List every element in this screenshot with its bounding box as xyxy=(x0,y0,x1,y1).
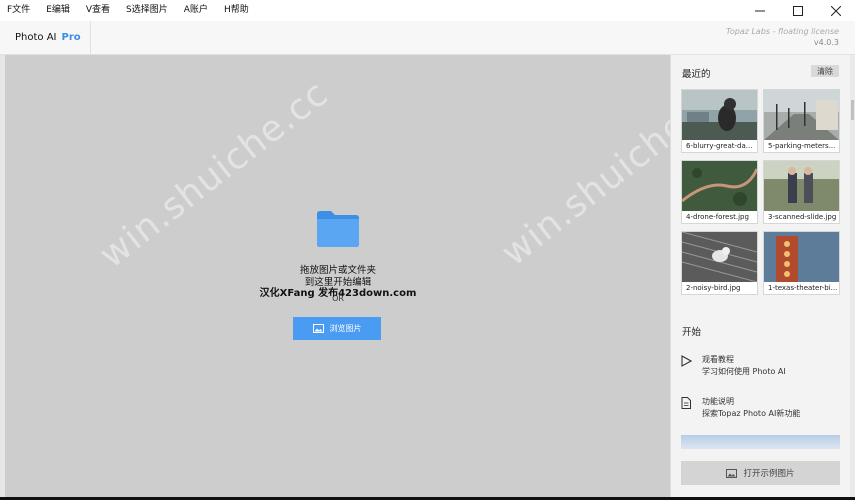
start-title: 开始 xyxy=(682,327,702,338)
thumbnail-image xyxy=(682,161,757,211)
edition-badge: Pro xyxy=(61,32,81,43)
recent-item-label: 4-drone-forest.jpg xyxy=(686,213,749,221)
tutorial-title: 观看教程 xyxy=(702,355,734,364)
thumbnail-image xyxy=(682,232,757,282)
open-sample-images-button[interactable]: 打开示例图片 xyxy=(681,461,840,485)
window-controls xyxy=(741,0,855,21)
tutorial-subtitle: 学习如何使用 Photo AI xyxy=(702,367,786,376)
recent-title: 最近的 xyxy=(682,69,711,80)
canvas-edge xyxy=(0,55,5,497)
browse-images-label: 浏览图片 xyxy=(329,324,362,333)
thumbnail-image xyxy=(682,90,757,140)
menu-edit[interactable]: E编辑 xyxy=(38,0,78,21)
thumbnail-image xyxy=(764,90,839,140)
feature-title: 功能说明 xyxy=(702,397,734,406)
recent-item[interactable]: 5-parking-meters... xyxy=(763,89,840,153)
recent-item-label: 6-blurry-great-da... xyxy=(686,142,753,150)
recent-item[interactable]: 1-texas-theater-bi... xyxy=(763,231,840,295)
menu-help[interactable]: H帮助 xyxy=(216,0,257,21)
watch-tutorial-link[interactable]: 观看教程 学习如何使用 Photo AI xyxy=(680,354,840,380)
promo-banner[interactable] xyxy=(681,435,840,449)
thumbnail-image xyxy=(764,161,839,211)
panel-scrollbar[interactable] xyxy=(850,55,855,497)
close-icon xyxy=(831,5,841,16)
menu-file[interactable]: F文件 xyxy=(0,0,38,21)
recent-item-label: 5-parking-meters... xyxy=(768,142,836,150)
version-text: v4.0.3 xyxy=(813,38,839,47)
menu-bar: F文件 E编辑 V查看 S选择图片 A账户 H帮助 xyxy=(0,0,855,21)
recent-item-label: 2-noisy-bird.jpg xyxy=(686,284,741,292)
feature-subtitle: 探索Topaz Photo AI新功能 xyxy=(702,409,801,418)
recent-item[interactable]: 4-drone-forest.jpg xyxy=(681,160,758,224)
app-window: F文件 E编辑 V查看 S选择图片 A账户 H帮助 Photo AI Pro T… xyxy=(0,0,855,497)
document-icon xyxy=(681,397,691,409)
image-icon xyxy=(726,468,738,478)
open-sample-images-label: 打开示例图片 xyxy=(743,469,795,479)
recent-item[interactable]: 6-blurry-great-da... xyxy=(681,89,758,153)
browse-images-button[interactable]: 浏览图片 xyxy=(293,317,381,340)
maximize-button[interactable] xyxy=(779,0,817,21)
feature-notes-link[interactable]: 功能说明 探索Topaz Photo AI新功能 xyxy=(680,396,840,422)
brand: Photo AI Pro xyxy=(0,21,91,54)
recent-item-label: 1-texas-theater-bi... xyxy=(768,284,838,292)
menu-view[interactable]: V查看 xyxy=(78,0,118,21)
recent-item[interactable]: 3-scanned-slide.jpg xyxy=(763,160,840,224)
or-separator: OR xyxy=(332,294,344,303)
clear-recent-button[interactable]: 清除 xyxy=(811,65,839,77)
minimize-button[interactable] xyxy=(741,0,779,21)
menu-select-image[interactable]: S选择图片 xyxy=(118,0,176,21)
folder-icon xyxy=(317,211,359,247)
play-icon xyxy=(681,355,692,367)
maximize-icon xyxy=(793,5,803,16)
recent-item-label: 3-scanned-slide.jpg xyxy=(768,213,837,221)
menu-account[interactable]: A账户 xyxy=(176,0,216,21)
minimize-icon xyxy=(755,10,765,11)
license-text: Topaz Labs - floating license xyxy=(725,27,839,36)
scrollbar-thumb[interactable] xyxy=(851,100,854,120)
close-button[interactable] xyxy=(817,0,855,21)
recent-item[interactable]: 2-noisy-bird.jpg xyxy=(681,231,758,295)
thumbnail-image xyxy=(764,232,839,282)
app-header: Photo AI Pro Topaz Labs - floating licen… xyxy=(0,21,855,55)
app-name: Photo AI xyxy=(15,32,57,43)
image-icon xyxy=(312,324,324,333)
